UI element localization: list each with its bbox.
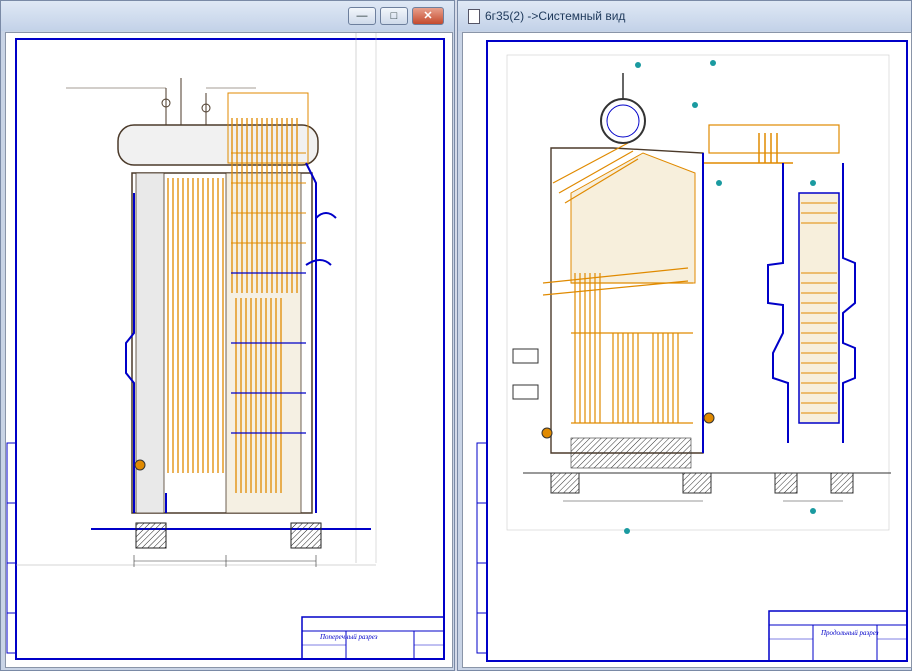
cross-section-drawing (6, 33, 445, 660)
document-icon (468, 9, 480, 24)
left-drawing-sheet[interactable]: Поперечный разрез (5, 32, 453, 668)
maximize-icon: □ (390, 10, 398, 22)
right-document-window[interactable]: 6г35(2) ->Системный вид Продольный разре… (457, 0, 912, 671)
right-drawing-sheet[interactable]: Продольный разрез (462, 32, 912, 668)
minimize-icon: — (356, 10, 368, 22)
left-titlebar[interactable]: — □ ✕ (1, 1, 454, 31)
close-icon: ✕ (423, 10, 433, 22)
close-button[interactable]: ✕ (412, 7, 444, 25)
longitudinal-section-drawing (476, 40, 908, 662)
left-document-window[interactable]: — □ ✕ Поперечный разрез (0, 0, 455, 671)
window-title: 6г35(2) ->Системный вид (485, 9, 626, 23)
minimize-button[interactable]: — (348, 7, 376, 25)
maximize-button[interactable]: □ (380, 7, 408, 25)
left-stamp-title: Поперечный разрез (320, 633, 378, 641)
right-stamp-title: Продольный разрез (821, 629, 879, 637)
right-titlebar[interactable]: 6г35(2) ->Системный вид (458, 1, 911, 31)
